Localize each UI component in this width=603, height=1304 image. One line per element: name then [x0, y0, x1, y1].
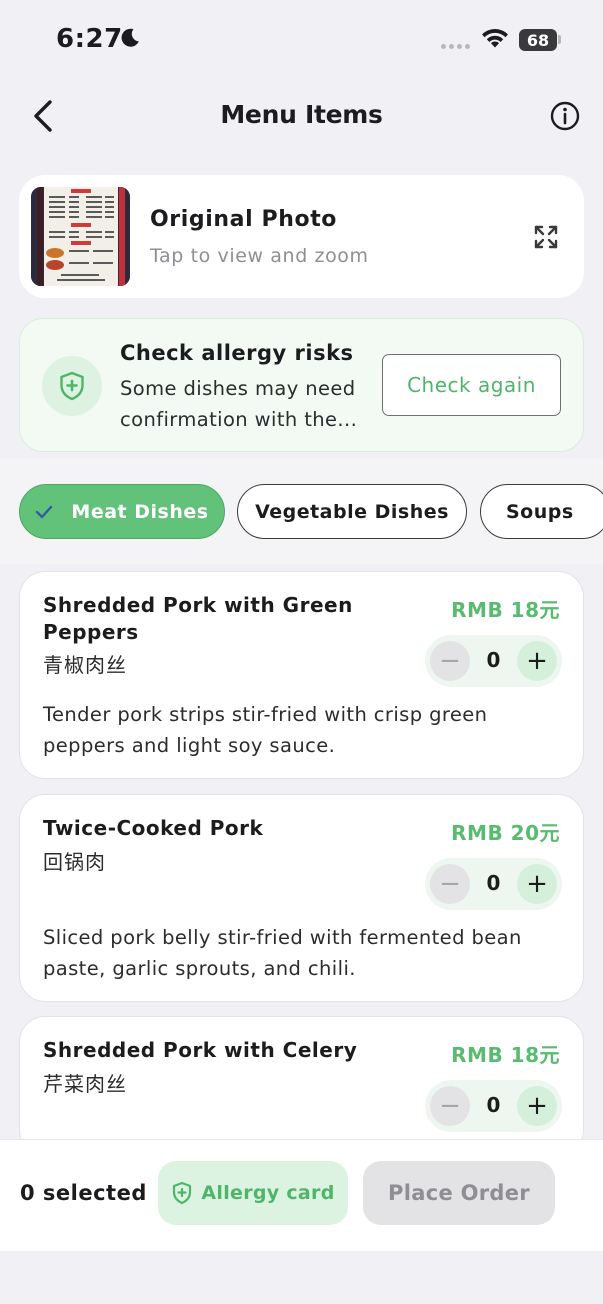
status-time: 6:27 — [56, 24, 123, 54]
dish-name-line-2: Peppers — [43, 620, 139, 644]
battery-cap — [558, 35, 561, 44]
quantity-stepper: − 0 + — [425, 635, 562, 687]
photo-card-title: Original Photo — [150, 207, 338, 232]
allergy-desc-line-2: confirmation with the... — [120, 408, 358, 431]
dish-price: RMB 20元 — [451, 821, 560, 845]
signal-dots-icon — [441, 44, 470, 49]
quantity-stepper: − 0 + — [425, 1080, 562, 1132]
dish-name-line-1: Shredded Pork with Celery — [43, 1038, 358, 1062]
category-tabs: Meat Dishes Vegetable Dishes Soups — [0, 458, 603, 564]
dish-name: Twice-Cooked Pork — [43, 815, 373, 842]
dish-card: Shredded Pork with Celery 芹菜肉丝 RMB 18元 −… — [19, 1016, 584, 1156]
place-order-button[interactable]: Place Order — [363, 1161, 555, 1225]
dish-description: Sliced pork belly stir-fried with fermen… — [43, 922, 563, 984]
decrease-button[interactable]: − — [430, 864, 470, 904]
page-title: Menu Items — [220, 100, 383, 129]
info-circle-icon[interactable] — [549, 100, 581, 132]
status-bar: 6:27 68 — [0, 0, 603, 80]
original-photo-card[interactable]: Original Photo Tap to view and zoom — [19, 175, 584, 298]
dish-desc-line-2: paste, garlic sprouts, and chili. — [43, 957, 356, 980]
tab-meat-dishes[interactable]: Meat Dishes — [19, 484, 225, 539]
check-icon — [36, 505, 53, 518]
allergy-card-button[interactable]: Allergy card — [158, 1161, 348, 1225]
shield-plus-icon — [173, 1181, 192, 1205]
dish-chinese-name: 芹菜肉丝 — [43, 1072, 127, 1096]
nav-bar: Menu Items — [0, 86, 603, 146]
allergy-desc-line-1: Some dishes may need — [120, 377, 356, 400]
dish-name-line-1: Twice-Cooked Pork — [43, 816, 264, 840]
increase-button[interactable]: + — [517, 1086, 557, 1126]
dish-chinese-name: 回锅肉 — [43, 850, 106, 874]
dish-chinese-name: 青椒肉丝 — [43, 653, 127, 677]
quantity-value: 0 — [486, 1093, 501, 1117]
dish-card: Twice-Cooked Pork 回锅肉 RMB 20元 − 0 + Slic… — [19, 794, 584, 1002]
tab-soups[interactable]: Soups — [480, 484, 603, 539]
increase-button[interactable]: + — [517, 864, 557, 904]
quantity-value: 0 — [486, 648, 501, 672]
battery-icon: 68 — [519, 29, 557, 51]
allergy-description: Some dishes may need confirmation with t… — [120, 373, 375, 435]
allergy-title: Check allergy risks — [120, 341, 354, 365]
decrease-button[interactable]: − — [430, 1086, 470, 1126]
allergy-risk-card: Check allergy risks Some dishes may need… — [19, 318, 584, 452]
dish-name: Shredded Pork with Green Peppers — [43, 592, 373, 646]
dish-desc-line-1: Sliced pork belly stir-fried with fermen… — [43, 926, 522, 949]
dish-card: Shredded Pork with Green Peppers 青椒肉丝 RM… — [19, 571, 584, 779]
allergy-card-label: Allergy card — [201, 1182, 335, 1204]
dish-description: Tender pork strips stir-fried with crisp… — [43, 699, 563, 761]
tab-label: Vegetable Dishes — [255, 500, 449, 523]
menu-photo-thumbnail[interactable] — [31, 187, 130, 286]
dish-desc-line-1: Tender pork strips stir-fried with crisp… — [43, 703, 488, 726]
tab-label: Soups — [506, 500, 574, 523]
quantity-value: 0 — [486, 871, 501, 895]
increase-button[interactable]: + — [517, 641, 557, 681]
dish-desc-line-2: peppers and light soy sauce. — [43, 734, 336, 757]
dish-price: RMB 18元 — [451, 598, 560, 622]
moon-icon — [121, 28, 139, 47]
quantity-stepper: − 0 + — [425, 858, 562, 910]
wifi-icon — [482, 29, 508, 48]
bottom-action-bar: 0 selected Allergy card Place Order — [0, 1139, 603, 1251]
photo-card-subtitle: Tap to view and zoom — [150, 245, 369, 267]
check-again-button[interactable]: Check again — [382, 354, 561, 416]
selected-count: 0 selected — [20, 1181, 147, 1205]
dish-price: RMB 18元 — [451, 1043, 560, 1067]
dish-name-line-1: Shredded Pork with Green — [43, 593, 353, 617]
tab-label: Meat Dishes — [71, 500, 209, 523]
shield-plus-icon — [42, 356, 102, 416]
decrease-button[interactable]: − — [430, 641, 470, 681]
dish-name: Shredded Pork with Celery — [43, 1037, 373, 1064]
expand-icon[interactable] — [532, 223, 560, 251]
tab-vegetable-dishes[interactable]: Vegetable Dishes — [237, 484, 467, 539]
